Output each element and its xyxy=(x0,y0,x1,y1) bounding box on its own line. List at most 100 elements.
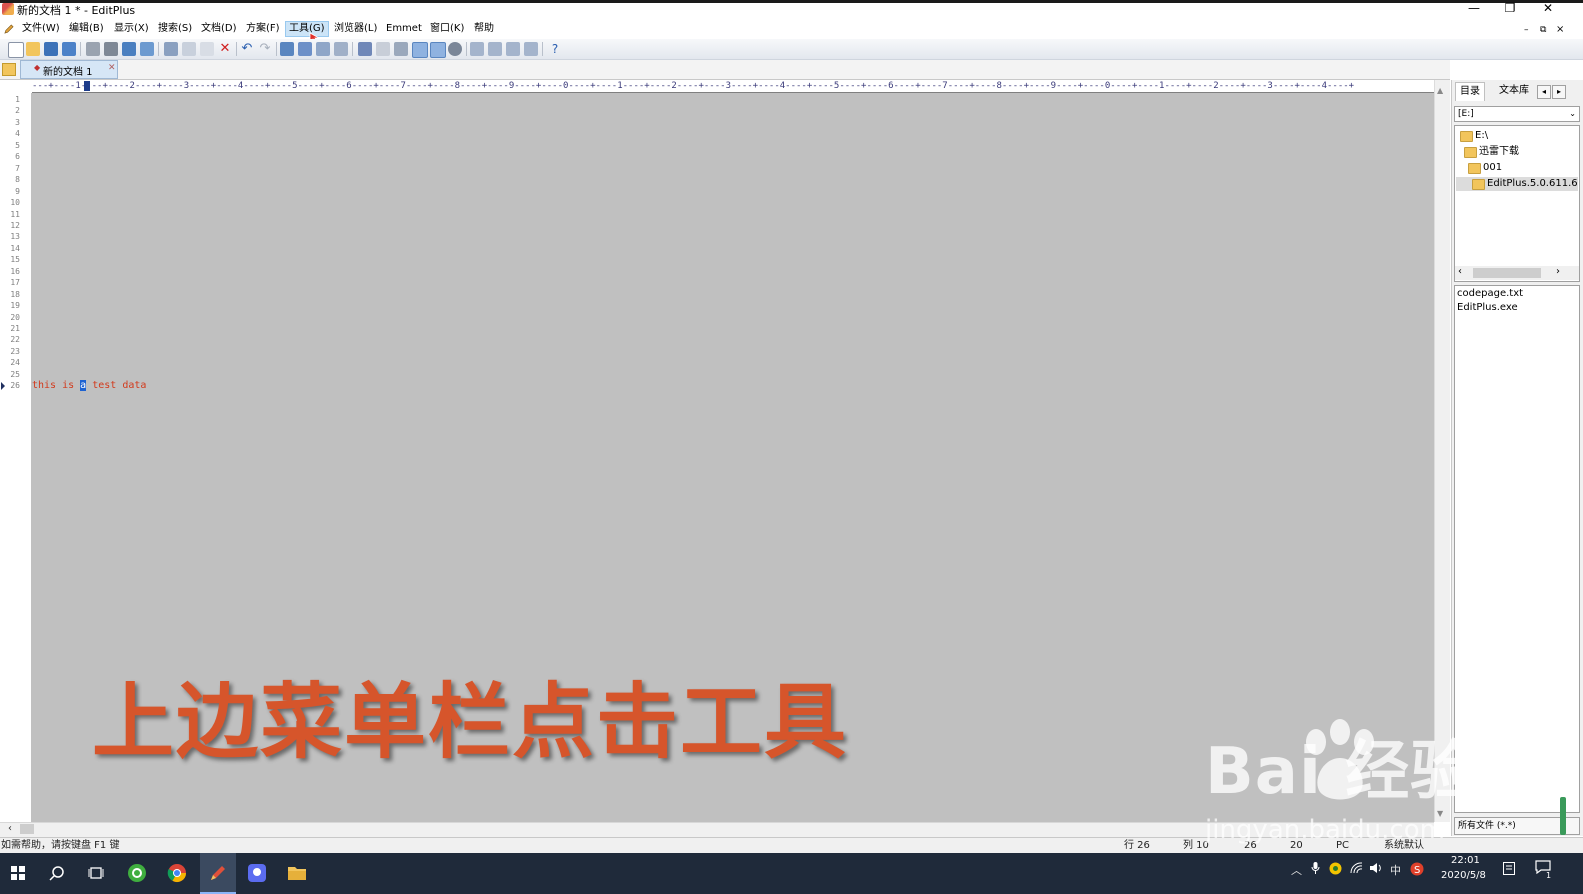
minimize-button[interactable]: — xyxy=(1456,0,1492,18)
doc-close-button[interactable]: × xyxy=(1553,23,1567,37)
clock-time[interactable]: 22:01 xyxy=(1451,855,1480,866)
copy-icon[interactable] xyxy=(182,42,196,56)
folder-icon[interactable] xyxy=(2,63,16,76)
menu-search[interactable]: 搜索(S) xyxy=(155,22,195,36)
clock-date[interactable]: 2020/5/8 xyxy=(1441,870,1486,881)
svg-text:S: S xyxy=(1414,865,1420,876)
show-desktop-icon[interactable] xyxy=(1503,862,1515,878)
tree-item-thunder-download[interactable]: 迅雷下载 xyxy=(1479,145,1519,158)
purple-app-icon[interactable] xyxy=(242,858,272,888)
settings-icon[interactable] xyxy=(448,42,462,56)
editor-vertical-scrollbar[interactable] xyxy=(1434,80,1450,822)
sogou-icon[interactable]: S xyxy=(1410,862,1424,879)
scroll-up-icon[interactable]: ▲ xyxy=(1437,86,1443,95)
window-title: 新的文档 1 * - EditPlus xyxy=(17,4,136,17)
paste-icon[interactable] xyxy=(200,42,214,56)
doc-restore-button[interactable]: ⧉ xyxy=(1537,23,1549,37)
drive-select[interactable]: [E:] ⌄ xyxy=(1454,106,1580,122)
network-icon[interactable] xyxy=(1350,862,1363,877)
spellcheck-icon[interactable] xyxy=(122,42,136,56)
cliptext-window-icon[interactable] xyxy=(488,42,502,56)
panel-resize-handle[interactable] xyxy=(1560,797,1566,835)
search-icon[interactable] xyxy=(42,858,72,888)
tray-app-icon[interactable] xyxy=(1329,862,1342,878)
menu-document[interactable]: 文档(D) xyxy=(198,22,240,36)
folder-icon xyxy=(1464,147,1477,158)
tab-close-icon[interactable]: ✕ xyxy=(108,63,116,73)
scroll-right-icon[interactable]: › xyxy=(1556,266,1560,277)
output-window-icon[interactable] xyxy=(506,42,520,56)
menu-file[interactable]: 文件(W) xyxy=(19,22,63,36)
current-line-marker-icon xyxy=(1,382,5,390)
editplus-app-icon[interactable] xyxy=(2,3,14,15)
tab-directory[interactable]: 目录 xyxy=(1455,82,1485,101)
task-view-icon[interactable] xyxy=(81,858,111,888)
close-button[interactable]: ✕ xyxy=(1530,0,1566,18)
file-item[interactable]: codepage.txt xyxy=(1457,287,1523,300)
redo-icon[interactable]: ↷ xyxy=(258,42,272,56)
line-number: 21 xyxy=(10,324,20,333)
print-preview-icon[interactable] xyxy=(86,42,100,56)
new-file-icon[interactable] xyxy=(8,42,24,58)
menu-bar: 文件(W) 编辑(B) 显示(X) 搜索(S) 文档(D) 方案(F) 工具(G… xyxy=(0,20,1583,38)
save-icon[interactable] xyxy=(44,42,58,56)
delete-icon[interactable]: ✕ xyxy=(218,42,232,56)
tree-scroll-thumb[interactable] xyxy=(1473,268,1541,278)
directory-window-icon[interactable] xyxy=(470,42,484,56)
undo-icon[interactable]: ↶ xyxy=(240,42,254,56)
line-number-icon[interactable] xyxy=(412,42,428,58)
scroll-left-icon[interactable]: ‹ xyxy=(8,823,12,834)
microphone-icon[interactable] xyxy=(1311,862,1320,877)
find-icon[interactable] xyxy=(280,42,294,56)
file-explorer-icon[interactable] xyxy=(282,858,312,888)
save-all-icon[interactable] xyxy=(62,42,76,56)
file-item[interactable]: EditPlus.exe xyxy=(1457,301,1518,314)
fullscreen-icon[interactable] xyxy=(524,42,538,56)
help-icon[interactable]: ? xyxy=(548,42,562,56)
windows-start-icon[interactable] xyxy=(3,858,33,888)
line-number: 2 xyxy=(15,106,20,116)
toolbar-separator xyxy=(352,42,353,56)
chevron-up-icon[interactable]: ︿ xyxy=(1291,862,1302,878)
menu-window[interactable]: 窗口(K) xyxy=(427,22,467,36)
doc-minimize-button[interactable]: – xyxy=(1521,23,1532,37)
line-number: 8 xyxy=(15,175,20,185)
code-line-26[interactable]: this is a test data xyxy=(32,380,146,391)
volume-icon[interactable] xyxy=(1369,862,1383,877)
word-wrap-icon[interactable] xyxy=(394,42,408,56)
menu-project[interactable]: 方案(F) xyxy=(243,22,283,36)
line-number: 25 xyxy=(10,369,20,379)
replace-icon[interactable] xyxy=(298,42,312,56)
menu-browser[interactable]: 浏览器(L) xyxy=(331,22,380,36)
ruler-icon[interactable] xyxy=(430,42,446,58)
line-number: 19 xyxy=(10,301,20,311)
toolbar-separator xyxy=(158,42,159,56)
chrome-icon[interactable] xyxy=(162,858,192,888)
horizontal-scroll-thumb[interactable] xyxy=(20,824,34,834)
tree-item-drive-e[interactable]: E:\ xyxy=(1475,129,1488,142)
goto-line-icon[interactable] xyxy=(334,42,348,56)
document-tab-strip xyxy=(0,60,1450,80)
html-toolbar-icon[interactable] xyxy=(376,42,390,56)
tree-item-editplus[interactable]: EditPlus.5.0.611.6 xyxy=(1487,177,1578,190)
menu-emmet[interactable]: Emmet xyxy=(383,22,425,36)
menu-edit[interactable]: 编辑(B) xyxy=(66,22,107,36)
tree-item-001[interactable]: 001 xyxy=(1483,161,1502,174)
green-app-icon[interactable] xyxy=(122,858,152,888)
font-icon[interactable] xyxy=(358,42,372,56)
preview-icon[interactable] xyxy=(140,42,154,56)
panel-next-icon[interactable]: ▸ xyxy=(1552,85,1566,99)
tab-cliptext-library[interactable]: 文本库 xyxy=(1495,82,1533,100)
cut-icon[interactable] xyxy=(164,42,178,56)
panel-prev-icon[interactable]: ◂ xyxy=(1537,85,1551,99)
scroll-left-icon[interactable]: ‹ xyxy=(1458,266,1462,277)
ime-indicator[interactable]: 中 xyxy=(1390,862,1401,878)
find-in-files-icon[interactable] xyxy=(316,42,330,56)
menu-view[interactable]: 显示(X) xyxy=(111,22,152,36)
restore-button[interactable]: ❐ xyxy=(1492,0,1528,18)
editplus-taskbar-icon[interactable] xyxy=(200,853,236,894)
print-icon[interactable] xyxy=(104,42,118,56)
toolbar-separator xyxy=(236,42,237,56)
open-file-icon[interactable] xyxy=(26,42,40,56)
menu-help[interactable]: 帮助 xyxy=(471,22,497,36)
